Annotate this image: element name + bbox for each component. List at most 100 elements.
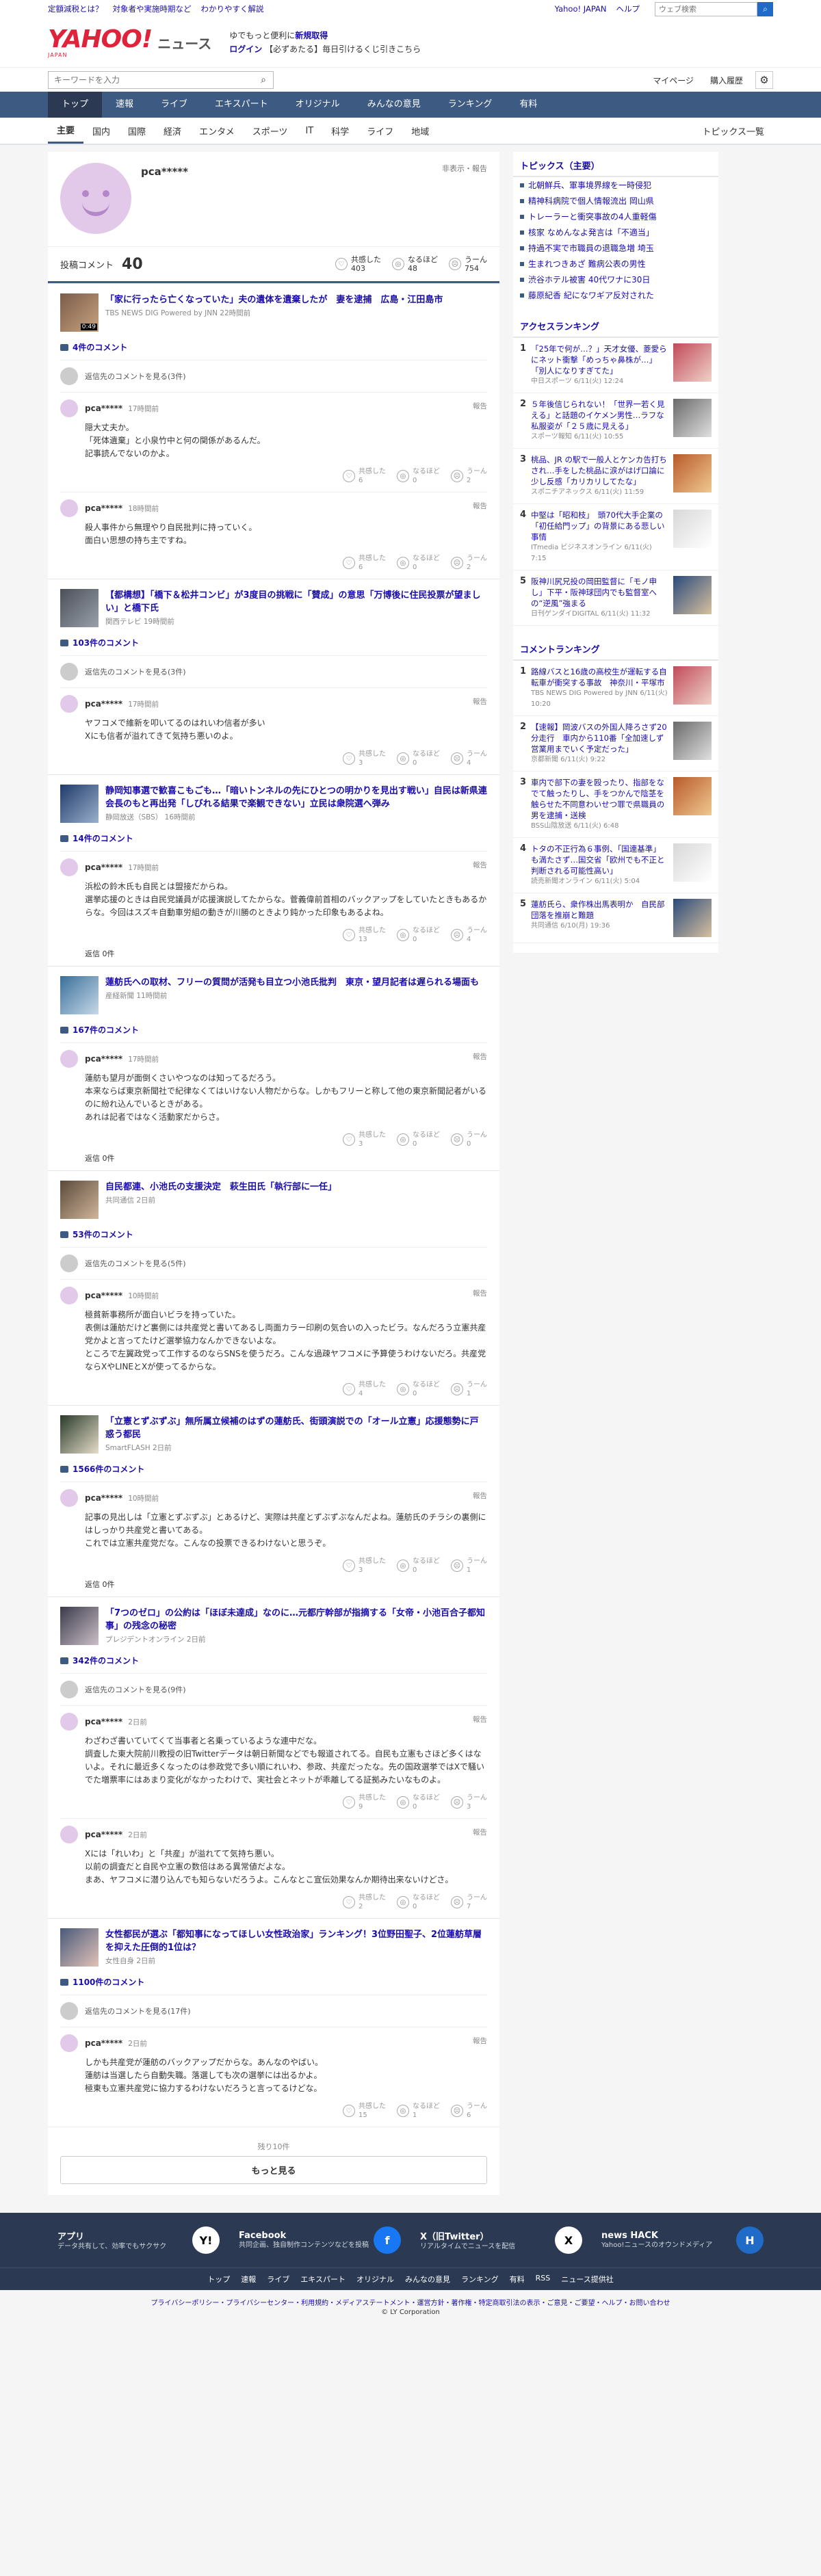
reaction-button-2[interactable]: ☹ うーん 1 xyxy=(451,1557,487,1575)
ranking-item[interactable]: 5 阪神川尻兄投の岡田監督に「モノ申し」下平・阪神球団内でも監督室への“逆風”強ま… xyxy=(513,570,718,626)
parent-comment-link[interactable]: 返信先のコメントを見る(9件) xyxy=(60,1673,487,1698)
article-thumbnail[interactable] xyxy=(60,1607,99,1645)
article-thumbnail[interactable] xyxy=(60,1928,99,1967)
article-title[interactable]: 「家に行ったら亡くなっていた」夫の遺体を遺棄したが 妻を逮捕 広島・江田島市 xyxy=(105,293,443,306)
ranking-item[interactable]: 2 ５年後信じられない！「世界一若く見える」と話題のイケメン男性…ラフな私服姿が「… xyxy=(513,393,718,449)
report-user-link[interactable]: 非表示・報告 xyxy=(442,163,487,174)
ranking-title[interactable]: 蓮舫氏ら、衆作株出馬表明か 自民部団落を推崩と難題 xyxy=(531,899,668,921)
reply-button[interactable]: 返信 0件 xyxy=(85,948,487,959)
report-link[interactable]: 報告 xyxy=(473,401,487,411)
commenter-name[interactable]: pca***** xyxy=(85,1717,122,1726)
top-link-1[interactable]: 定額減税とは？ xyxy=(48,3,103,14)
reaction-button-0[interactable]: ♡ 共感した 3 xyxy=(343,1131,386,1148)
category-1[interactable]: 国内 xyxy=(83,124,119,137)
reaction-button-2[interactable]: ☹ うーん 6 xyxy=(451,2102,487,2120)
report-link[interactable]: 報告 xyxy=(473,696,487,707)
commenter-name[interactable]: pca***** xyxy=(85,2038,122,2048)
parent-comment-link[interactable]: 返信先のコメントを見る(3件) xyxy=(60,655,487,681)
ranking-title[interactable]: トタの不正行為６事例、「国連基準」も満たさず…国交省「欧州でも不正と判断される可… xyxy=(531,843,668,876)
reaction-button-1[interactable]: ◎ なるほど 0 xyxy=(397,926,440,944)
tab-1[interactable]: 速報 xyxy=(102,92,147,118)
article-comment-count[interactable]: 14件のコメント xyxy=(60,832,487,844)
ranking-title[interactable]: ５年後信じられない！「世界一若く見える」と話題のイケメン男性…ラフな私服姿が「２… xyxy=(531,399,668,432)
topic-link-4[interactable]: 持過不実で市職員の退職急増 埼玉 xyxy=(513,240,718,256)
article-comment-count[interactable]: 1566件のコメント xyxy=(60,1463,487,1475)
reaction-button-1[interactable]: ◎ なるほど 0 xyxy=(397,467,440,485)
ranking-item[interactable]: 1 「25年で何が…？」天才女優、菱愛らにネット衝撃「めっちゃ鼻株が…」「別人にな… xyxy=(513,338,718,393)
commenter-name[interactable]: pca***** xyxy=(85,699,122,709)
ranking-item[interactable]: 1 路線バスと16歳の高校生が運転する自転車が衝突する事故 神奈川・平塚市 TBS … xyxy=(513,661,718,716)
report-link[interactable]: 報告 xyxy=(473,2036,487,2046)
reaction-button-1[interactable]: ◎ なるほど 0 xyxy=(397,1131,440,1148)
footer-item-2[interactable]: X（旧Twitter） リアルタイムでニュースを配信 X xyxy=(410,2226,592,2254)
ranking-title[interactable]: 阪神川尻兄投の岡田監督に「モノ申し」下平・阪神球団内でも監督室への“逆風”強まる xyxy=(531,576,668,609)
news-logo[interactable]: ニュース xyxy=(157,33,211,53)
category-6[interactable]: IT xyxy=(296,126,322,136)
purchase-history-link[interactable]: 購入履歴 xyxy=(702,71,751,90)
report-link[interactable]: 報告 xyxy=(473,860,487,870)
article-title[interactable]: 静岡知事選で歓喜こもごも…「暗いトンネルの先にひとつの明かりを見出す戦い」自民は… xyxy=(105,785,487,811)
reaction-button-2[interactable]: ☹ うーん 2 xyxy=(451,554,487,572)
article-comment-count[interactable]: 53件のコメント xyxy=(60,1228,487,1240)
parent-comment-link[interactable]: 返信先のコメントを見る(3件) xyxy=(60,360,487,385)
reaction-button-2[interactable]: ☹ うーん 4 xyxy=(451,926,487,944)
footer-link-2[interactable]: ライブ xyxy=(267,2274,289,2285)
footer-item-3[interactable]: news HACK Yahoo!ニュースのオウンドメディア H xyxy=(592,2226,773,2254)
reaction-button-0[interactable]: ♡ 共感した 6 xyxy=(343,554,386,572)
article-comment-count[interactable]: 167件のコメント xyxy=(60,1024,487,1036)
category-3[interactable]: 経済 xyxy=(155,124,190,137)
footer-item-1[interactable]: Facebook 共同企画、独自制作コンテンツなどを投稿 f xyxy=(229,2226,410,2254)
topic-link-0[interactable]: 北朝鮮兵、軍事境界線を一時侵犯 xyxy=(513,177,718,193)
ranking-thumbnail[interactable] xyxy=(673,899,712,937)
news-search-input[interactable] xyxy=(49,72,254,88)
topic-link-7[interactable]: 藤原紀香 紀になワギア反対された xyxy=(513,287,718,303)
commenter-name[interactable]: pca***** xyxy=(85,404,122,413)
category-2[interactable]: 国際 xyxy=(119,124,155,137)
mypage-link[interactable]: マイページ xyxy=(644,71,702,90)
login-link[interactable]: ログイン xyxy=(229,44,262,54)
ranking-thumbnail[interactable] xyxy=(673,343,712,382)
tab-0[interactable]: トップ xyxy=(48,92,103,118)
commenter-name[interactable]: pca***** xyxy=(85,503,122,513)
web-search-input[interactable] xyxy=(655,1,757,16)
commenter-name[interactable]: pca***** xyxy=(85,1291,122,1300)
reply-button[interactable]: 返信 0件 xyxy=(85,1153,487,1164)
reaction-button-1[interactable]: ◎ なるほど 0 xyxy=(397,1557,440,1575)
ranking-title[interactable]: 「25年で何が…？」天才女優、菱愛らにネット衝撃「めっちゃ鼻株が…」「別人になり… xyxy=(531,343,668,376)
footer-item-0[interactable]: アプリ データ共有して、効率でもサクサク Y! xyxy=(48,2226,229,2254)
reaction-button-1[interactable]: ◎ なるほど 0 xyxy=(397,1893,440,1911)
topics-title[interactable]: トピックス（主要） xyxy=(513,152,718,177)
ranking-item[interactable]: 4 中堅は「昭和枝」 頭70代大手企業の「初任給門ップ」の背景にある悲しい事情 IT… xyxy=(513,504,718,570)
reaction-button-0[interactable]: ♡ 共感した 3 xyxy=(343,1557,386,1575)
ranking-thumbnail[interactable] xyxy=(673,666,712,705)
tab-5[interactable]: みんなの意見 xyxy=(354,92,434,118)
article-title[interactable]: 蓮舫氏への取材、フリーの質問が活発も目立つ小池氏批判 東京・望月記者は遅られる場… xyxy=(105,976,479,989)
ranking-thumbnail[interactable] xyxy=(673,777,712,815)
ranking-thumbnail[interactable] xyxy=(673,510,712,548)
category-7[interactable]: 科学 xyxy=(322,124,358,137)
help-link[interactable]: ヘルプ xyxy=(616,3,640,14)
search-icon[interactable]: ⌕ xyxy=(254,75,273,86)
footer-link-4[interactable]: オリジナル xyxy=(356,2274,394,2285)
commenter-name[interactable]: pca***** xyxy=(85,863,122,872)
footer-link-8[interactable]: RSS xyxy=(536,2274,551,2285)
reaction-button-1[interactable]: ◎ なるほど 0 xyxy=(397,1380,440,1398)
reaction-button-2[interactable]: ☹ うーん 1 xyxy=(451,1380,487,1398)
article-title[interactable]: 自民都連、小池氏の支援決定 萩生田氏「執行部に一任」 xyxy=(105,1181,337,1194)
footer-link-0[interactable]: トップ xyxy=(207,2274,230,2285)
report-link[interactable]: 報告 xyxy=(473,1288,487,1298)
topic-link-5[interactable]: 生まれつきあざ 難病公表の男性 xyxy=(513,256,718,272)
reaction-button-0[interactable]: ♡ 共感した 15 xyxy=(343,2102,386,2120)
ranking-title[interactable]: 桃品、JR の駅で一般人とケンカ告打ちされ…手をした桃品に涙がはげ口論に 少し反… xyxy=(531,454,668,487)
topic-link-6[interactable]: 渋谷ホテル被害 40代ワナに30日 xyxy=(513,272,718,287)
reaction-button-0[interactable]: ♡ 共感した 2 xyxy=(343,1893,386,1911)
search-icon[interactable]: ⌕ xyxy=(757,1,773,16)
gear-icon[interactable]: ⚙ xyxy=(755,71,773,89)
reaction-button-0[interactable]: ♡ 共感した 4 xyxy=(343,1380,386,1398)
report-link[interactable]: 報告 xyxy=(473,1490,487,1501)
reaction-button-2[interactable]: ☹ うーん 0 xyxy=(451,1131,487,1148)
article-title[interactable]: 「7つのゼロ」の公約は「ほぼ未達成」なのに…元都庁幹部が指摘する「女帝・小池百合… xyxy=(105,1607,487,1633)
commenter-name[interactable]: pca***** xyxy=(85,1493,122,1503)
footer-link-5[interactable]: みんなの意見 xyxy=(405,2274,450,2285)
commenter-name[interactable]: pca***** xyxy=(85,1830,122,1839)
